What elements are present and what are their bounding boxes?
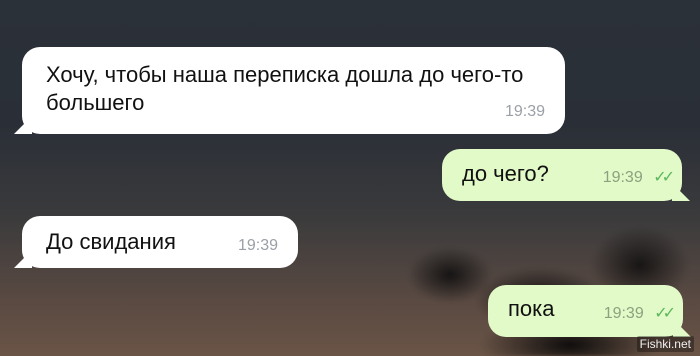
message-time: 19:39 [603,305,644,322]
message-time: 19:39 [504,103,545,120]
double-check-icon: ✓✓ [653,169,675,186]
message-meta: 19:39 ✓✓ [603,300,676,328]
message-text: до чего? [462,161,549,186]
message-text: Хочу, чтобы наша переписка дошла до чего… [46,62,524,115]
message-bubble-incoming[interactable]: До свидания 19:39 [22,216,298,268]
double-check-icon: ✓✓ [654,305,676,322]
message-bubble-outgoing[interactable]: пока 19:39 ✓✓ [488,285,683,337]
message-text: До свидания [46,229,176,254]
message-meta: 19:39 ✓✓ [602,164,675,192]
message-bubble-outgoing[interactable]: до чего? 19:39 ✓✓ [442,149,682,201]
message-text: пока [508,296,555,321]
chat-view: Хочу, чтобы наша переписка дошла до чего… [0,0,700,356]
message-time: 19:39 [602,169,643,186]
message-time: 19:39 [237,237,278,254]
message-bubble-incoming[interactable]: Хочу, чтобы наша переписка дошла до чего… [22,47,565,134]
watermark: Fishki.net [636,336,694,352]
